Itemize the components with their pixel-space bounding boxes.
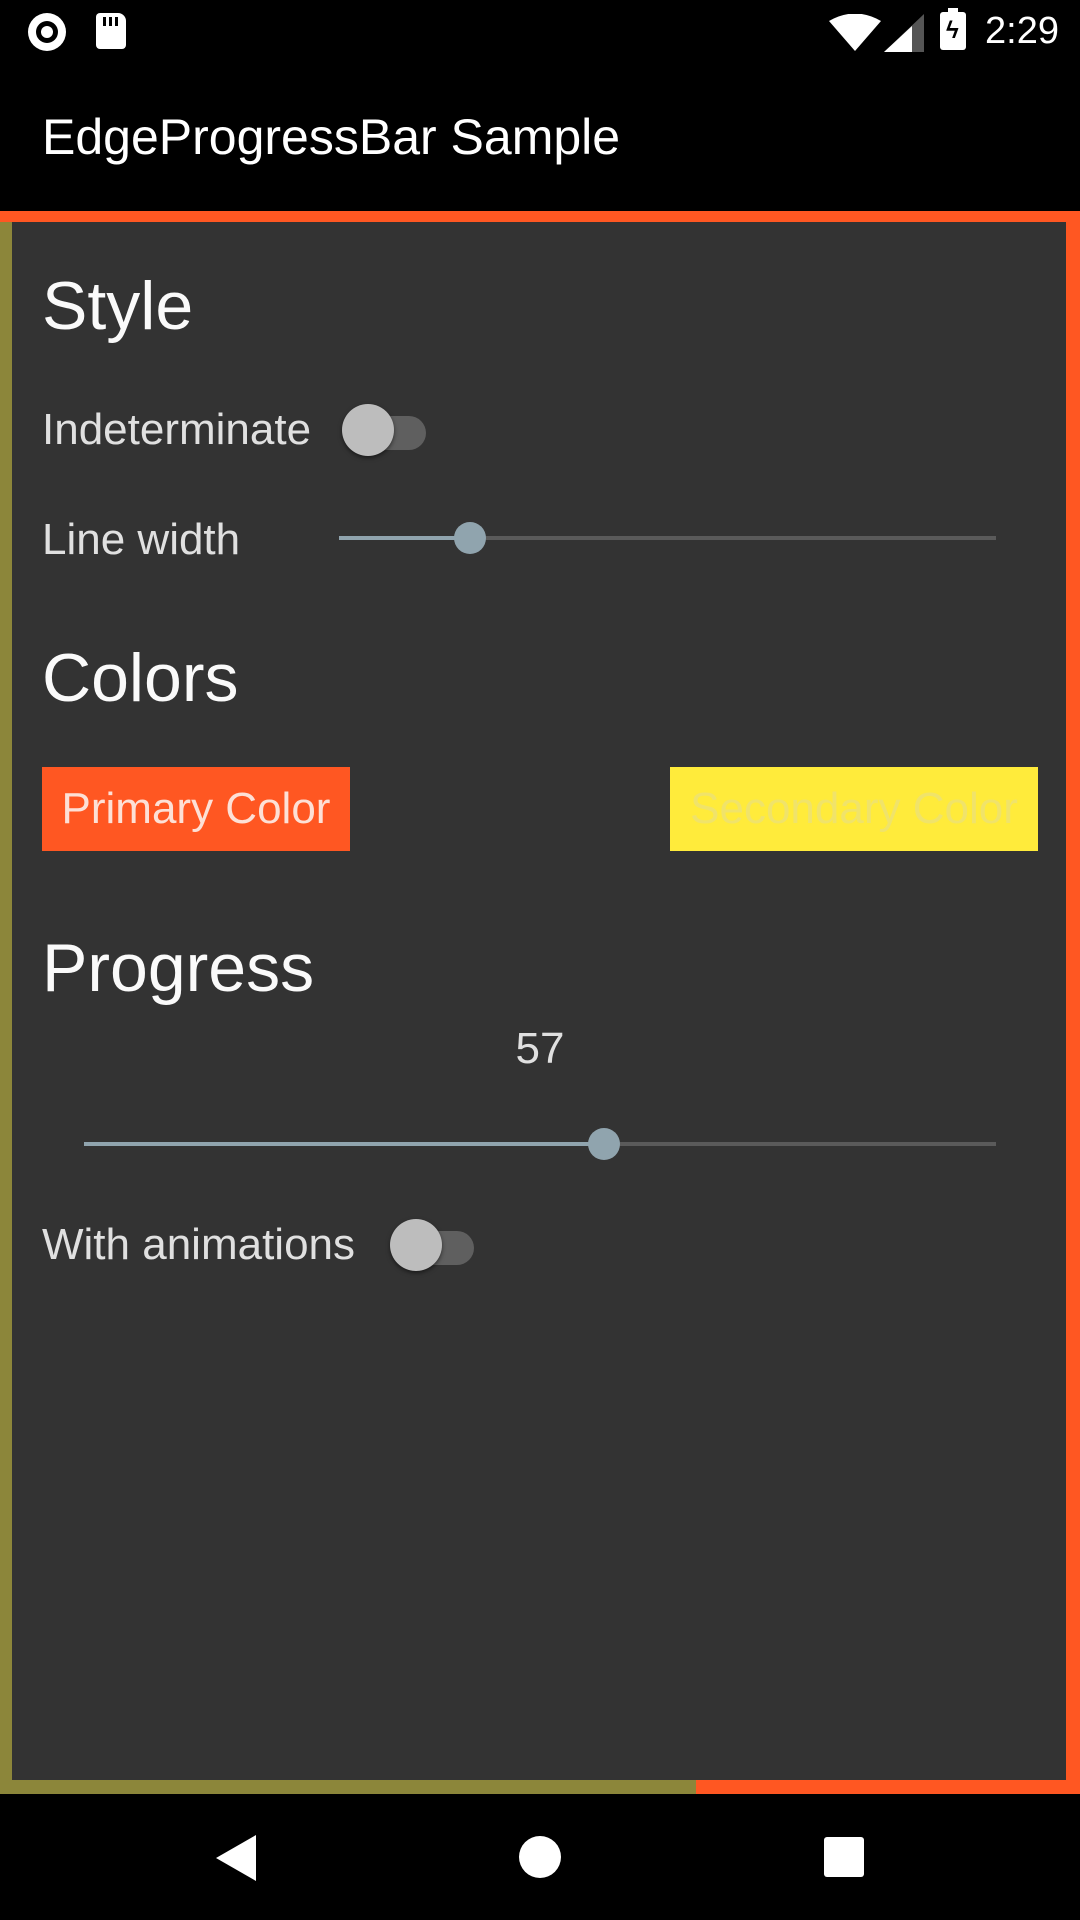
indeterminate-switch[interactable] <box>342 402 428 458</box>
home-icon[interactable] <box>519 1836 561 1878</box>
battery-bolt: ϟ <box>946 17 959 44</box>
switch-thumb[interactable] <box>342 404 394 456</box>
slider-fill <box>339 536 471 540</box>
switch-thumb[interactable] <box>390 1219 442 1271</box>
clock: 2:29 <box>985 10 1059 52</box>
animations-switch[interactable] <box>390 1217 476 1273</box>
cell-signal-icon <box>884 14 924 52</box>
battery-charging-icon: ϟ <box>940 8 966 50</box>
style-heading: Style <box>42 268 194 344</box>
primary-color-button[interactable]: Primary Color <box>42 767 350 851</box>
navigation-bar <box>0 1794 1080 1920</box>
line-width-slider[interactable] <box>339 518 996 558</box>
animations-label: With animations <box>42 1220 356 1269</box>
slider-fill <box>84 1142 604 1146</box>
app-bar: EdgeProgressBar Sample <box>0 63 1080 211</box>
edge-progress-secondary-bottom <box>0 1780 696 1794</box>
slider-thumb[interactable] <box>454 522 487 554</box>
edge-progress-secondary-left <box>0 222 12 1794</box>
progress-value: 57 <box>515 1024 565 1073</box>
status-bar: ϟ 2:29 <box>0 0 1080 63</box>
slider-thumb[interactable] <box>587 1128 620 1160</box>
sd-card-icon <box>96 13 126 49</box>
back-icon[interactable] <box>216 1835 256 1881</box>
screen-record-icon <box>28 13 66 51</box>
app-title: EdgeProgressBar Sample <box>42 109 621 165</box>
progress-heading: Progress <box>42 930 315 1006</box>
line-width-label: Line width <box>42 515 241 564</box>
progress-slider[interactable] <box>84 1124 996 1164</box>
indeterminate-label: Indeterminate <box>42 405 312 454</box>
recents-icon[interactable] <box>824 1837 864 1877</box>
secondary-color-button[interactable]: Secondary Color <box>670 767 1038 851</box>
wifi-icon <box>829 14 881 51</box>
colors-heading: Colors <box>42 640 239 716</box>
